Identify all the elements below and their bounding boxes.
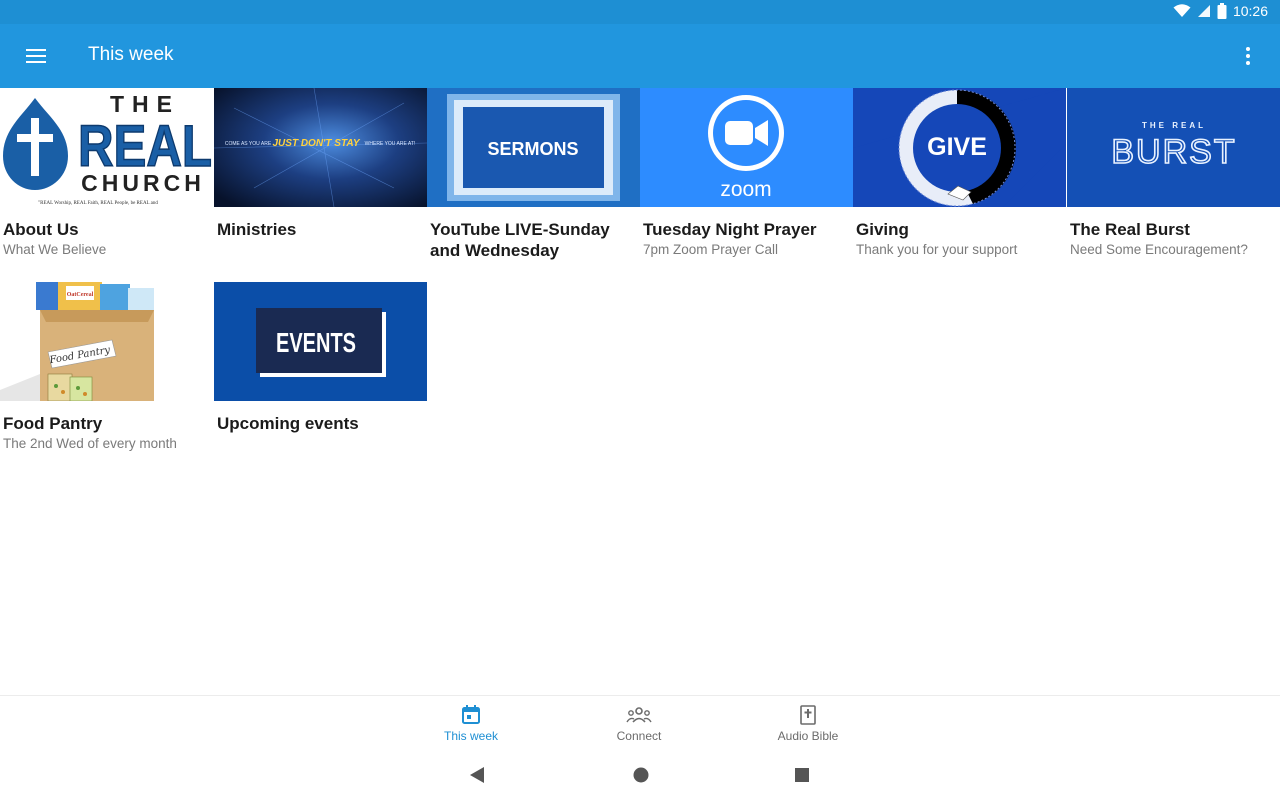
menu-button[interactable]: [20, 40, 52, 72]
status-time: 10:26: [1232, 3, 1268, 19]
group-icon: [626, 707, 652, 723]
tile-title: Food Pantry: [3, 414, 103, 433]
nav-label: Audio Bible: [777, 729, 839, 743]
tile-title: Giving: [856, 220, 909, 239]
tile-title: Ministries: [217, 220, 297, 239]
tile-title: YouTube LIVE-Sunday and Wednesday: [430, 220, 610, 260]
status-icons: 10:26: [1173, 3, 1268, 19]
system-navigation-bar: [0, 753, 1280, 800]
tile-about-us[interactable]: THE REAL CHURCH "REAL Worship, REAL Fait…: [0, 88, 213, 263]
ministries-left-text: COME AS YOU ARE: [225, 141, 272, 147]
tile-title: The Real Burst: [1070, 220, 1190, 239]
page-title: This week: [88, 44, 174, 65]
battery-icon: [1217, 3, 1227, 19]
back-icon[interactable]: [469, 766, 485, 784]
nav-connect[interactable]: Connect: [584, 704, 694, 743]
hamburger-menu-icon: [26, 49, 46, 63]
events-label: EVENTS: [276, 327, 356, 358]
food-pantry-thumbnail: OatCereal Food Pantry: [0, 282, 213, 401]
recents-icon[interactable]: [794, 766, 810, 784]
calendar-icon: [462, 705, 480, 724]
ministries-right-text: WHERE YOU ARE AT!: [365, 141, 416, 147]
nav-label: This week: [443, 729, 499, 743]
app-root: 10:26 This week THE REAL CHURCH "REAL Wo…: [0, 0, 1280, 800]
bottom-navigation: This week Connect Audio Bible: [0, 695, 1280, 753]
tile-subtitle: The 2nd Wed of every month: [3, 436, 177, 451]
events-thumbnail: EVENTS: [214, 282, 427, 401]
nav-audio-bible[interactable]: Audio Bible: [753, 704, 863, 743]
about-tagline-text: "REAL Worship, REAL Faith, REAL People, …: [38, 201, 158, 206]
app-bar: This week: [0, 24, 1280, 88]
tile-ministries[interactable]: COME AS YOU ARE JUST DON'T STAY WHERE YO…: [214, 88, 427, 263]
about-us-thumbnail: THE REAL CHURCH "REAL Worship, REAL Fait…: [0, 88, 213, 207]
zoom-thumbnail: zoom: [640, 88, 853, 207]
ministries-thumbnail: COME AS YOU ARE JUST DON'T STAY WHERE YO…: [214, 88, 427, 207]
more-vert-icon: [1246, 47, 1250, 65]
give-label: GIVE: [927, 133, 987, 161]
cell-signal-icon: [1197, 5, 1210, 17]
tile-food-pantry[interactable]: OatCereal Food Pantry Food Pantry The 2n…: [0, 282, 213, 457]
sermons-thumbnail: SERMONS: [427, 88, 640, 207]
home-icon[interactable]: [632, 766, 650, 784]
about-church-text: CHURCH: [81, 170, 205, 196]
status-bar: 10:26: [0, 0, 1280, 24]
zoom-label: zoom: [720, 178, 771, 201]
tile-title: Upcoming events: [217, 414, 359, 433]
tile-giving[interactable]: GIVE Giving Thank you for your support: [853, 88, 1066, 263]
nav-this-week[interactable]: This week: [416, 704, 526, 743]
tile-subtitle: What We Believe: [3, 242, 107, 257]
ministries-mid-text: JUST DON'T STAY: [272, 138, 360, 149]
tile-the-real-burst[interactable]: THE REAL BURST The Real Burst Need Some …: [1067, 88, 1280, 263]
tile-subtitle: Thank you for your support: [856, 242, 1018, 257]
tile-title: Tuesday Night Prayer: [643, 220, 817, 239]
more-options-button[interactable]: [1234, 40, 1262, 72]
wifi-icon: [1173, 4, 1191, 17]
tile-tuesday-night-prayer[interactable]: zoom Tuesday Night Prayer 7pm Zoom Praye…: [640, 88, 853, 263]
tile-title: About Us: [3, 220, 79, 239]
food-box-text: OatCereal: [67, 292, 94, 298]
tile-youtube-live[interactable]: SERMONS YouTube LIVE-Sunday and Wednesda…: [427, 88, 640, 263]
tile-upcoming-events[interactable]: EVENTS Upcoming events: [214, 282, 427, 457]
burst-big-text: BURST: [1111, 133, 1236, 171]
burst-thumbnail: THE REAL BURST: [1067, 88, 1280, 207]
bible-icon: [800, 705, 816, 725]
sermons-label: SERMONS: [487, 139, 578, 159]
nav-label: Connect: [616, 729, 662, 743]
tile-subtitle: Need Some Encouragement?: [1070, 242, 1248, 257]
tile-subtitle: 7pm Zoom Prayer Call: [643, 242, 779, 257]
give-thumbnail: GIVE: [853, 88, 1066, 207]
burst-small-text: THE REAL: [1142, 121, 1206, 130]
